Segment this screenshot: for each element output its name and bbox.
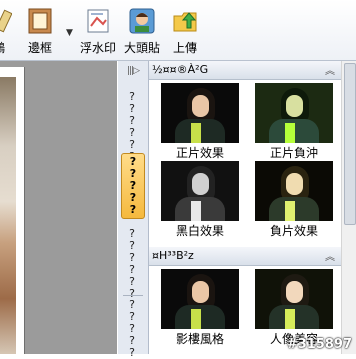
effect-label: 影樓風格 [175, 332, 224, 346]
collapse-chevron-icon[interactable]: ︽ [325, 248, 335, 263]
tab-glyph: ? [129, 346, 135, 359]
photo-frame [0, 67, 25, 354]
frame-button[interactable]: 邊框 [27, 8, 53, 58]
toolbar: 鵝 邊框 ▼ 浮水印 大 [0, 0, 356, 61]
watermark-text: #315897 [286, 337, 352, 352]
effect-label: 負片效果 [269, 224, 318, 238]
effect-thumb-cross[interactable]: 正片負沖 [255, 83, 333, 161]
effects-panel: ½¤¤®À²G ︽ 正片效果 正片負沖 黑白效果 負片效果 ¤H³³B²z ︽ … [149, 61, 356, 354]
frame-icon [27, 8, 53, 34]
collapse-panel-button[interactable]: |||▷ [123, 66, 143, 78]
section-title: ½¤¤®À²G [152, 63, 209, 76]
effect-thumb-negative[interactable]: 負片效果 [255, 161, 333, 239]
upload-icon [172, 8, 198, 34]
section-title: ¤H³³B²z [152, 249, 194, 262]
upload-label: 上傳 [172, 41, 197, 55]
effect-thumb-beauty[interactable]: 人像美容 [255, 269, 333, 347]
watermark-button[interactable]: 浮水印 [80, 8, 116, 58]
section-header-effects[interactable]: ½¤¤®À²G ︽ [149, 61, 341, 80]
partial-tool-label: 鵝 [0, 39, 5, 56]
portrait-thumbnail [161, 161, 239, 221]
canvas-area[interactable] [0, 61, 117, 354]
partial-tool-button[interactable]: 鵝 [0, 8, 13, 58]
sticker-button[interactable]: 大頭貼 [124, 8, 160, 58]
category-tab-3[interactable]: ? ? ? ? ? ? [122, 228, 142, 300]
collapse-chevron-icon[interactable]: ︽ [325, 62, 335, 77]
tab-glyph: ? [129, 203, 137, 216]
frame-label: 邊框 [27, 41, 52, 55]
effect-label: 正片效果 [175, 146, 224, 160]
category-tabstrip: |||▷ ? ? ? ? ? ? ? ? ? ? ? ? ? ? ? ? ? ?… [118, 61, 149, 359]
tab-divider [123, 295, 143, 296]
effect-label: 黑白效果 [175, 224, 224, 238]
upload-button[interactable]: 上傳 [172, 8, 198, 58]
category-tab-2-active[interactable]: ? ? ? ? ? [121, 153, 145, 219]
section-header-portrait[interactable]: ¤H³³B²z ︽ [149, 247, 341, 266]
effect-thumb-normal[interactable]: 正片效果 [161, 83, 239, 161]
watermark-icon [85, 8, 111, 34]
pencil-icon [0, 8, 13, 34]
portrait-thumbnail [255, 83, 333, 143]
panel-scrollbar[interactable] [341, 61, 356, 354]
effect-label: 正片負沖 [269, 146, 318, 160]
effect-thumb-bw[interactable]: 黑白效果 [161, 161, 239, 239]
scrollbar-thumb[interactable] [344, 63, 356, 225]
portrait-thumbnail [161, 83, 239, 143]
portrait-thumbnail [161, 269, 239, 329]
sticker-icon [129, 8, 155, 34]
category-tab-4[interactable]: ? ? ? ? ? [122, 299, 142, 359]
watermark-label: 浮水印 [80, 41, 117, 55]
frame-dropdown-arrow[interactable]: ▼ [66, 28, 73, 38]
edited-photo[interactable] [0, 77, 16, 354]
sticker-label: 大頭貼 [124, 41, 161, 55]
effect-thumb-studio[interactable]: 影樓風格 [161, 269, 239, 347]
portrait-thumbnail [255, 269, 333, 329]
portrait-thumbnail [255, 161, 333, 221]
